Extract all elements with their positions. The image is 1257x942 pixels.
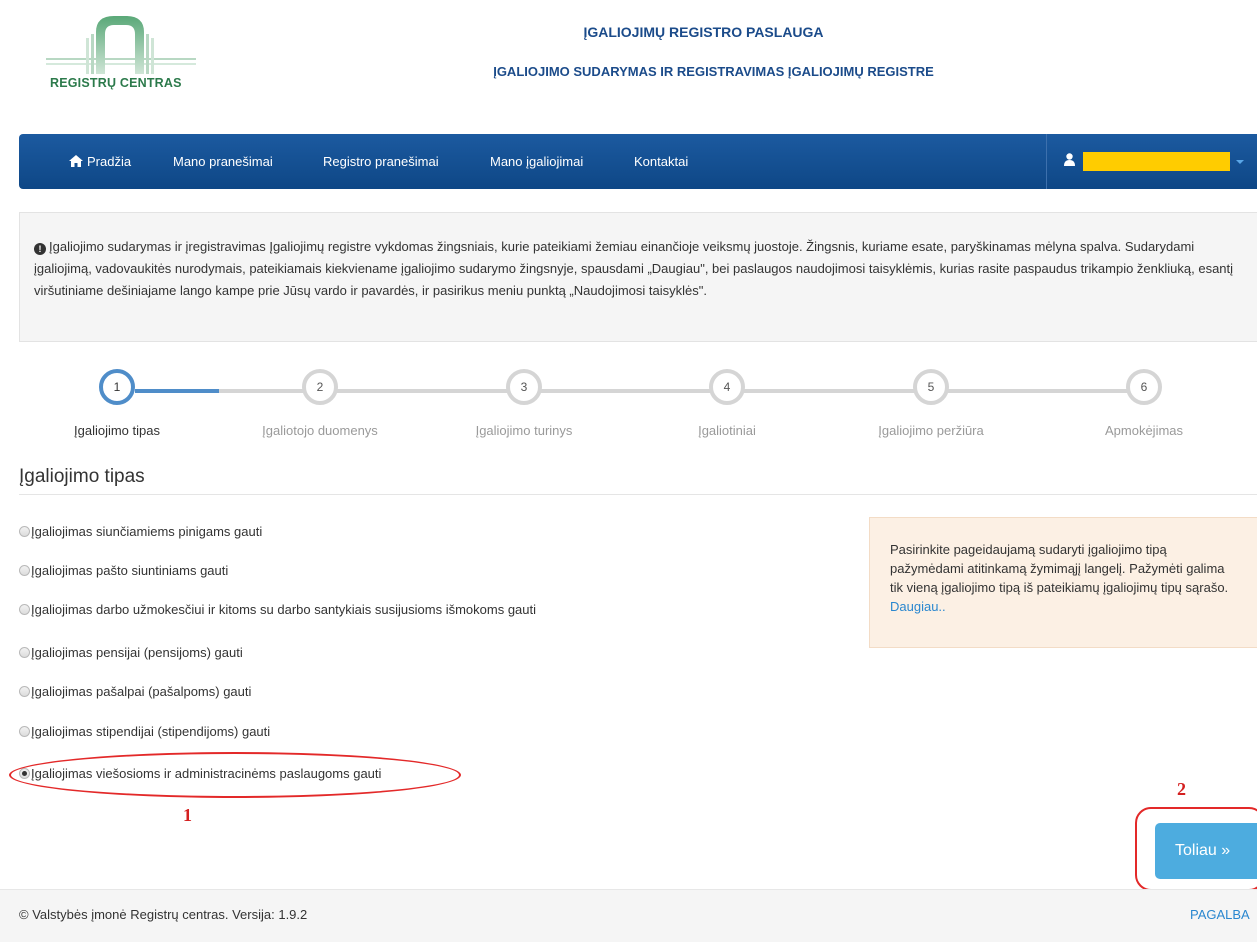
step-6-circle: 6: [1126, 369, 1162, 405]
help-link[interactable]: PAGALBA: [1190, 907, 1250, 922]
nav-item-registry-notifications[interactable]: Registro pranešimai: [323, 134, 439, 189]
step-1-label: Įgaliojimo tipas: [74, 423, 160, 438]
home-icon: [69, 135, 83, 190]
page-title: ĮGALIOJIMŲ REGISTRO PASLAUGA: [583, 24, 824, 40]
more-link[interactable]: Daugiau..: [890, 599, 946, 614]
chevron-down-icon: [1236, 159, 1244, 164]
user-menu-dropdown[interactable]: [1064, 134, 1244, 189]
radio-label: Įgaliojimas siunčiamiems pinigams gauti: [31, 523, 263, 539]
info-text: Įgaliojimo sudarymas ir įregistravimas Į…: [34, 239, 1234, 298]
exclamation-icon: !: [34, 243, 46, 255]
radio-option-scholarship[interactable]: Įgaliojimas stipendijai (stipendijoms) g…: [19, 721, 270, 741]
footer: © Valstybės įmonė Registrų centras. Vers…: [0, 889, 1257, 942]
progress-track: [219, 389, 1143, 393]
step-5-circle: 5: [913, 369, 949, 405]
help-text: Pasirinkite pageidaujamą sudaryti įgalio…: [890, 542, 1229, 595]
nav-item-my-authorizations[interactable]: Mano įgaliojimai: [490, 134, 583, 189]
step-6-label: Apmokėjimas: [1104, 423, 1184, 438]
navbar-divider: [1046, 134, 1047, 189]
next-button[interactable]: Toliau »: [1155, 823, 1257, 879]
step-2-label: Įgaliotojo duomenys: [262, 423, 378, 438]
radio-button[interactable]: [19, 646, 30, 658]
section-divider: [19, 494, 1257, 495]
footer-copyright: © Valstybės įmonė Registrų centras. Vers…: [19, 907, 308, 922]
page-subtitle: ĮGALIOJIMO SUDARYMAS IR REGISTRAVIMAS ĮG…: [493, 64, 934, 79]
step-3-label: Įgaliojimo turinys: [475, 423, 573, 438]
radio-option-money-transfers[interactable]: Įgaliojimas siunčiamiems pinigams gauti: [19, 521, 262, 541]
radio-option-pension[interactable]: Įgaliojimas pensijai (pensijoms) gauti: [19, 642, 243, 662]
radio-option-parcels[interactable]: Įgaliojimas pašto siuntiniams gauti: [19, 560, 228, 580]
annotation-marker-1: 1: [183, 805, 192, 825]
help-box: Pasirinkite pageidaujamą sudaryti įgalio…: [869, 517, 1257, 648]
radio-button[interactable]: [19, 564, 30, 576]
radio-button[interactable]: [19, 525, 30, 537]
step-4-circle: 4: [709, 369, 745, 405]
radio-button[interactable]: [19, 725, 30, 737]
nav-item-my-notifications[interactable]: Mano pranešimai: [173, 134, 273, 189]
annotation-ellipse: [9, 752, 461, 798]
nav-item-contacts[interactable]: Kontaktai: [634, 134, 688, 189]
user-name-redacted: [1083, 152, 1230, 171]
step-4-label: Įgaliotiniai: [698, 423, 756, 438]
step-1-circle: 1: [99, 369, 135, 405]
radio-label: Įgaliojimas pensijai (pensijoms) gauti: [31, 644, 243, 660]
main-navbar: Pradžia Mano pranešimai Registro praneši…: [19, 134, 1257, 189]
nav-item-home[interactable]: Pradžia: [69, 134, 131, 189]
step-5-label: Įgaliojimo peržiūra: [878, 423, 984, 438]
user-icon: [1064, 152, 1075, 171]
radio-button[interactable]: [19, 685, 30, 697]
radio-option-allowance[interactable]: Įgaliojimas pašalpai (pašalpoms) gauti: [19, 681, 251, 701]
radio-label: Įgaliojimas pašalpai (pašalpoms) gauti: [31, 683, 252, 699]
progress-track-active: [135, 389, 219, 393]
section-title: Įgaliojimo tipas: [19, 466, 145, 487]
radio-label: Įgaliojimas darbo užmokesčiui ir kitoms …: [31, 601, 537, 617]
info-panel: ! Įgaliojimo sudarymas ir įregistravimas …: [19, 212, 1257, 342]
radio-button[interactable]: [19, 603, 30, 615]
nav-item-label: Pradžia: [87, 154, 132, 169]
radio-label: Įgaliojimas stipendijai (stipendijoms) g…: [31, 723, 271, 739]
annotation-marker-2: 2: [1177, 779, 1186, 799]
step-2-circle: 2: [302, 369, 338, 405]
step-3-circle: 3: [506, 369, 542, 405]
radio-label: Įgaliojimas pašto siuntiniams gauti: [31, 562, 229, 578]
radio-option-wages[interactable]: Įgaliojimas darbo užmokesčiui ir kitoms …: [19, 599, 536, 619]
